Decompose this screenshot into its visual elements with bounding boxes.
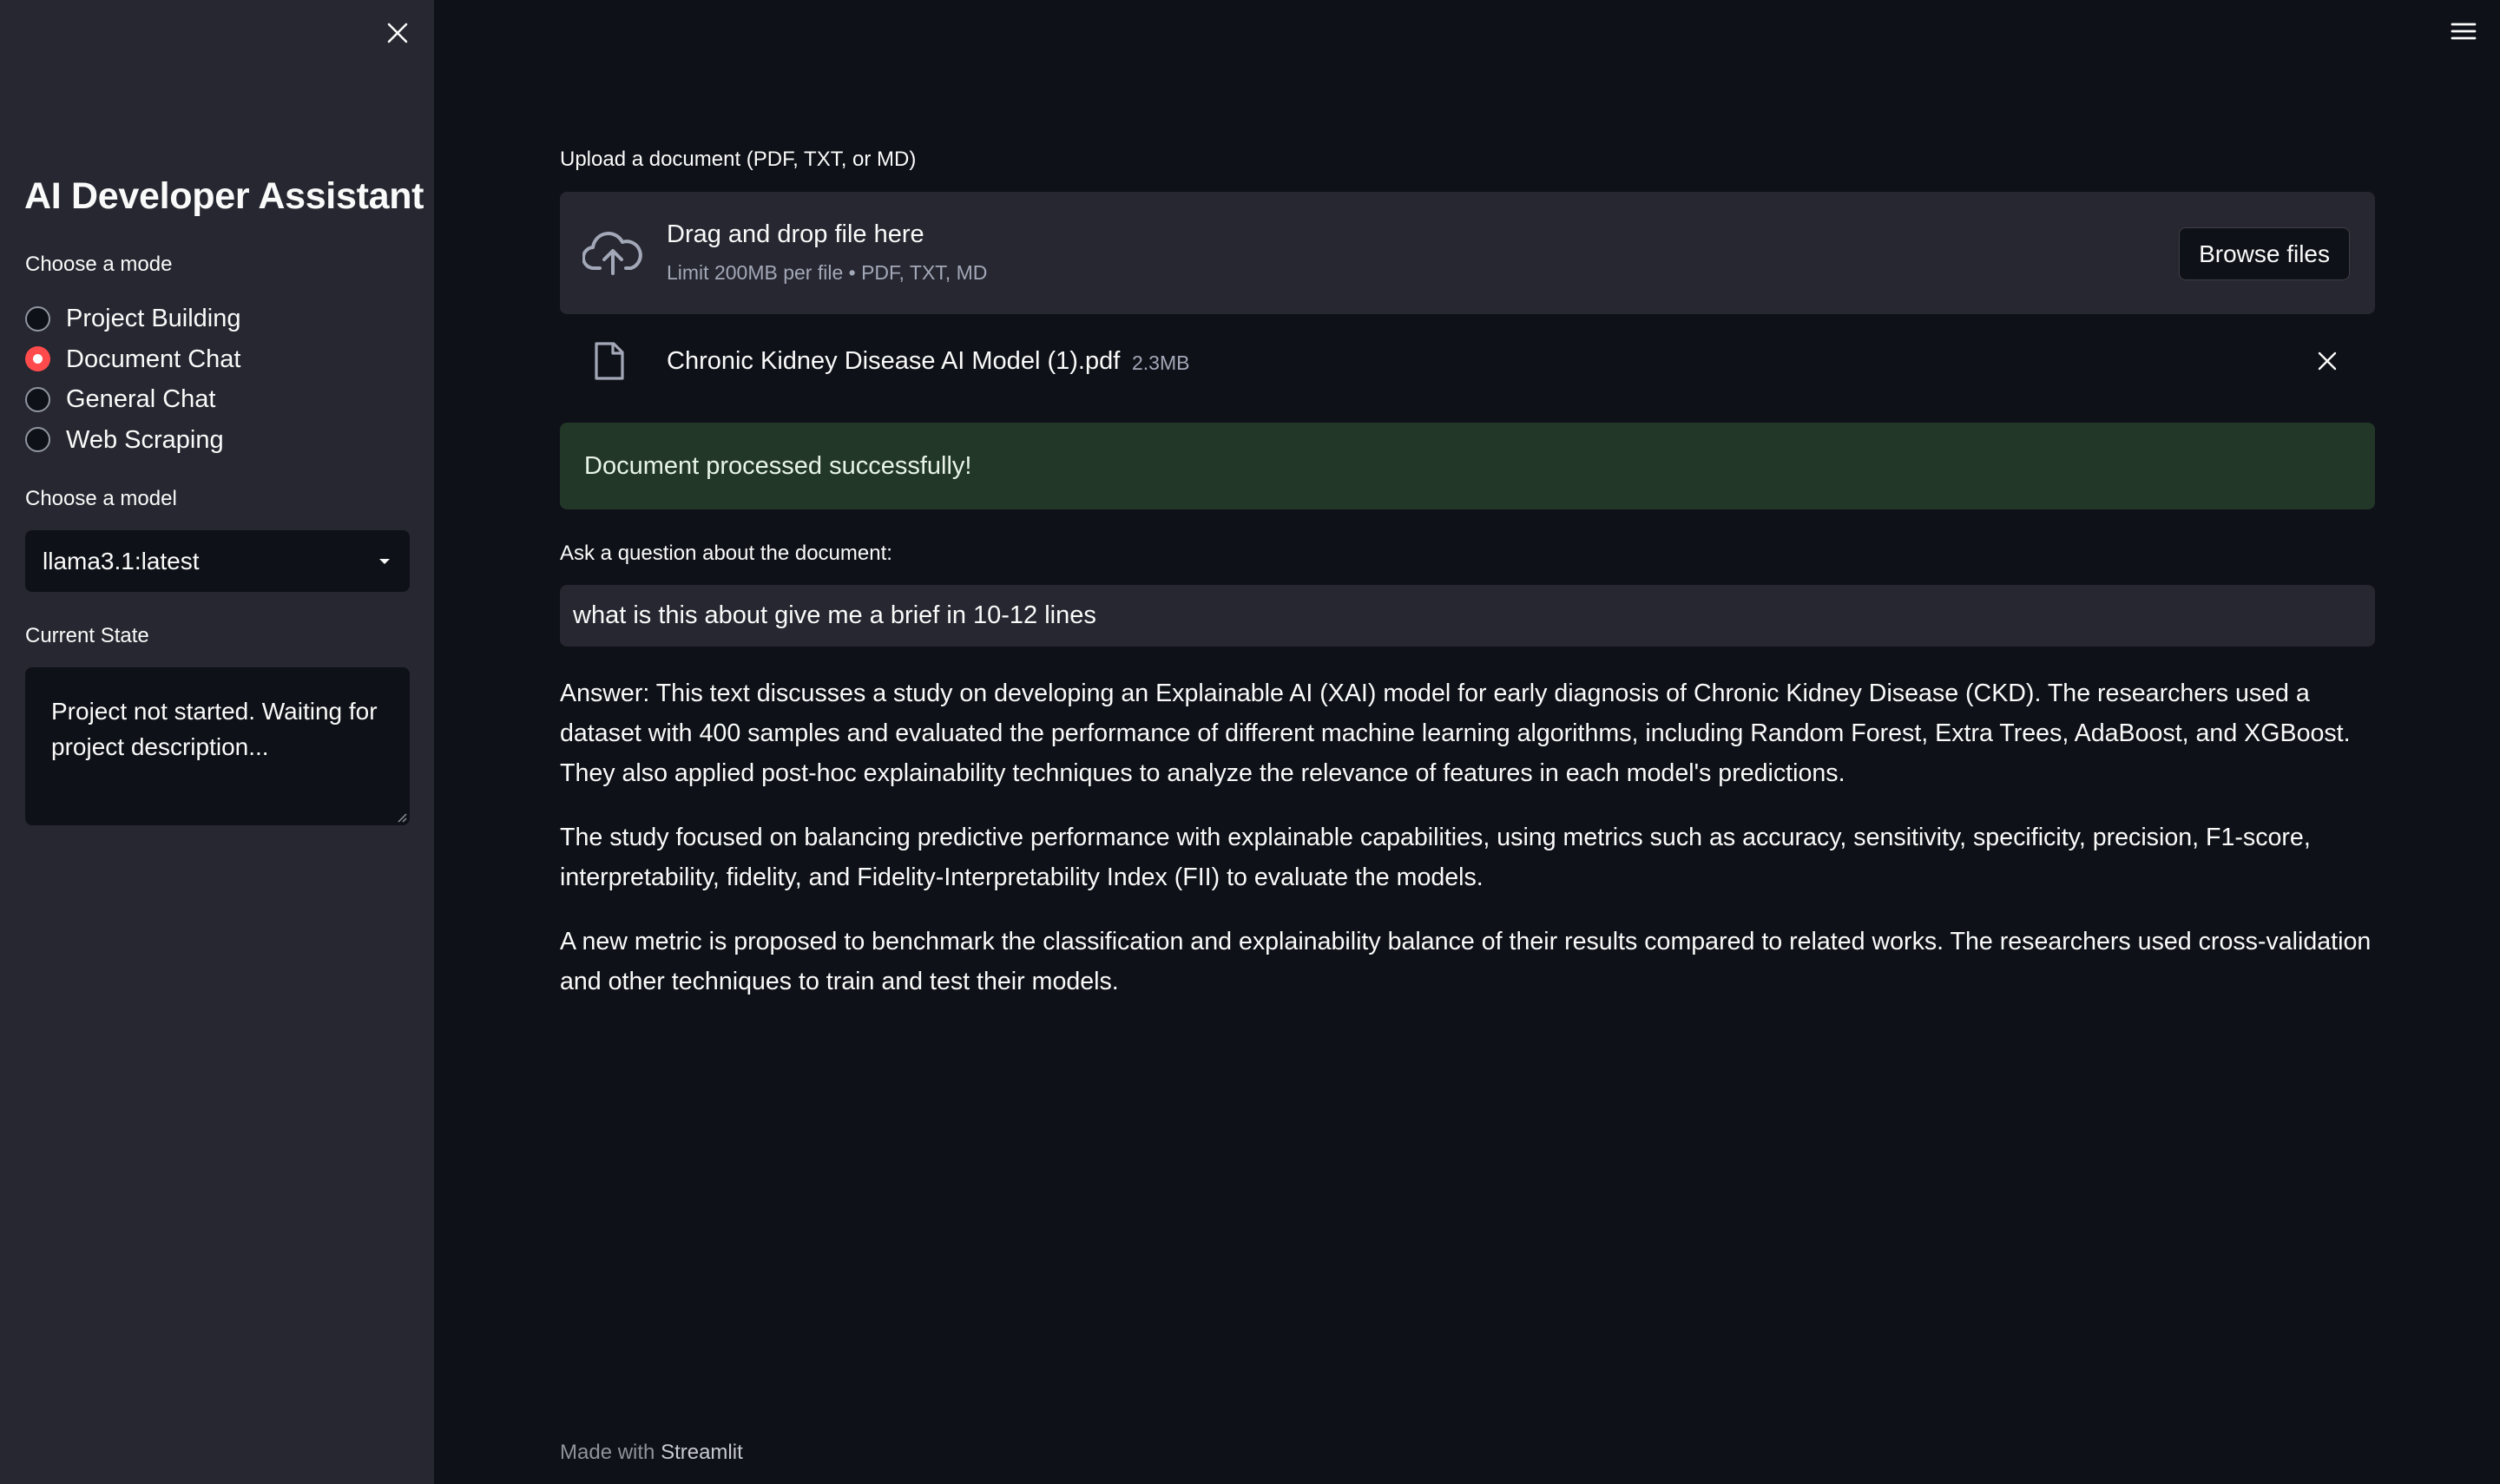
close-icon <box>387 23 408 43</box>
uploaded-file-name: Chronic Kidney Disease AI Model (1).pdf <box>667 347 1121 375</box>
radio-button-selected[interactable] <box>25 346 50 372</box>
close-icon <box>2318 351 2337 371</box>
file-icon <box>595 342 624 380</box>
footer-prefix: Made with <box>560 1441 655 1464</box>
cloud-upload-icon <box>582 232 642 275</box>
success-alert: Document processed successfully! <box>560 423 2375 509</box>
success-message: Document processed successfully! <box>584 451 972 480</box>
sidebar-title: AI Developer Assistant <box>24 175 424 217</box>
dropzone-title: Drag and drop file here <box>667 220 924 248</box>
answer-block: Answer: This text discusses a study on d… <box>560 673 2375 1026</box>
question-label: Ask a question about the document: <box>560 542 892 565</box>
mode-option-general-chat[interactable]: General Chat <box>25 379 241 420</box>
file-dropzone[interactable]: Drag and drop file here Limit 200MB per … <box>560 192 2375 314</box>
dropzone-limit-text: Limit 200MB per file • PDF, TXT, MD <box>667 261 988 284</box>
radio-button[interactable] <box>25 305 50 332</box>
model-select[interactable]: llama3.1:latest <box>25 530 410 592</box>
hamburger-menu-icon <box>2451 23 2477 40</box>
current-state-text: Project not started. Waiting for project… <box>51 698 378 760</box>
uploaded-file-item: Chronic Kidney Disease AI Model (1).pdf … <box>560 332 2375 390</box>
browse-files-button[interactable]: Browse files <box>2179 227 2350 280</box>
model-label: Choose a model <box>25 487 177 510</box>
mode-option-project-building[interactable]: Project Building <box>25 299 241 339</box>
mode-option-label: Web Scraping <box>66 425 224 454</box>
answer-paragraph: A new metric is proposed to benchmark th… <box>560 928 2372 995</box>
mode-radio-group: Project Building Document Chat General C… <box>25 299 241 460</box>
streamlit-link[interactable]: Streamlit <box>661 1441 743 1464</box>
mode-option-label: Document Chat <box>66 345 241 373</box>
upload-label: Upload a document (PDF, TXT, or MD) <box>560 148 917 171</box>
radio-button[interactable] <box>25 386 50 412</box>
sidebar: AI Developer Assistant Choose a mode Pro… <box>0 0 434 1484</box>
radio-button[interactable] <box>25 427 50 453</box>
model-select-value: llama3.1:latest <box>43 547 200 575</box>
current-state-textarea[interactable]: Project not started. Waiting for project… <box>25 667 410 825</box>
mode-option-label: Project Building <box>66 305 241 333</box>
question-input[interactable]: what is this about give me a brief in 10… <box>560 585 2375 647</box>
footer: Made with Streamlit <box>560 1439 743 1467</box>
caret-down-icon <box>379 558 390 564</box>
mode-option-web-scraping[interactable]: Web Scraping <box>25 420 241 461</box>
mode-option-label: General Chat <box>66 385 216 414</box>
mode-label: Choose a mode <box>25 253 173 276</box>
answer-paragraph: Answer: This text discusses a study on d… <box>560 680 2351 787</box>
sidebar-close-button[interactable] <box>380 16 415 50</box>
mode-option-document-chat[interactable]: Document Chat <box>25 339 241 380</box>
remove-file-button[interactable] <box>2310 344 2345 378</box>
uploaded-file-size: 2.3MB <box>1132 351 1190 374</box>
answer-paragraph: The study focused on balancing predictiv… <box>560 824 2311 891</box>
main-menu-button[interactable] <box>2446 14 2481 49</box>
state-label: Current State <box>25 624 149 647</box>
resize-handle-icon[interactable] <box>395 811 407 823</box>
